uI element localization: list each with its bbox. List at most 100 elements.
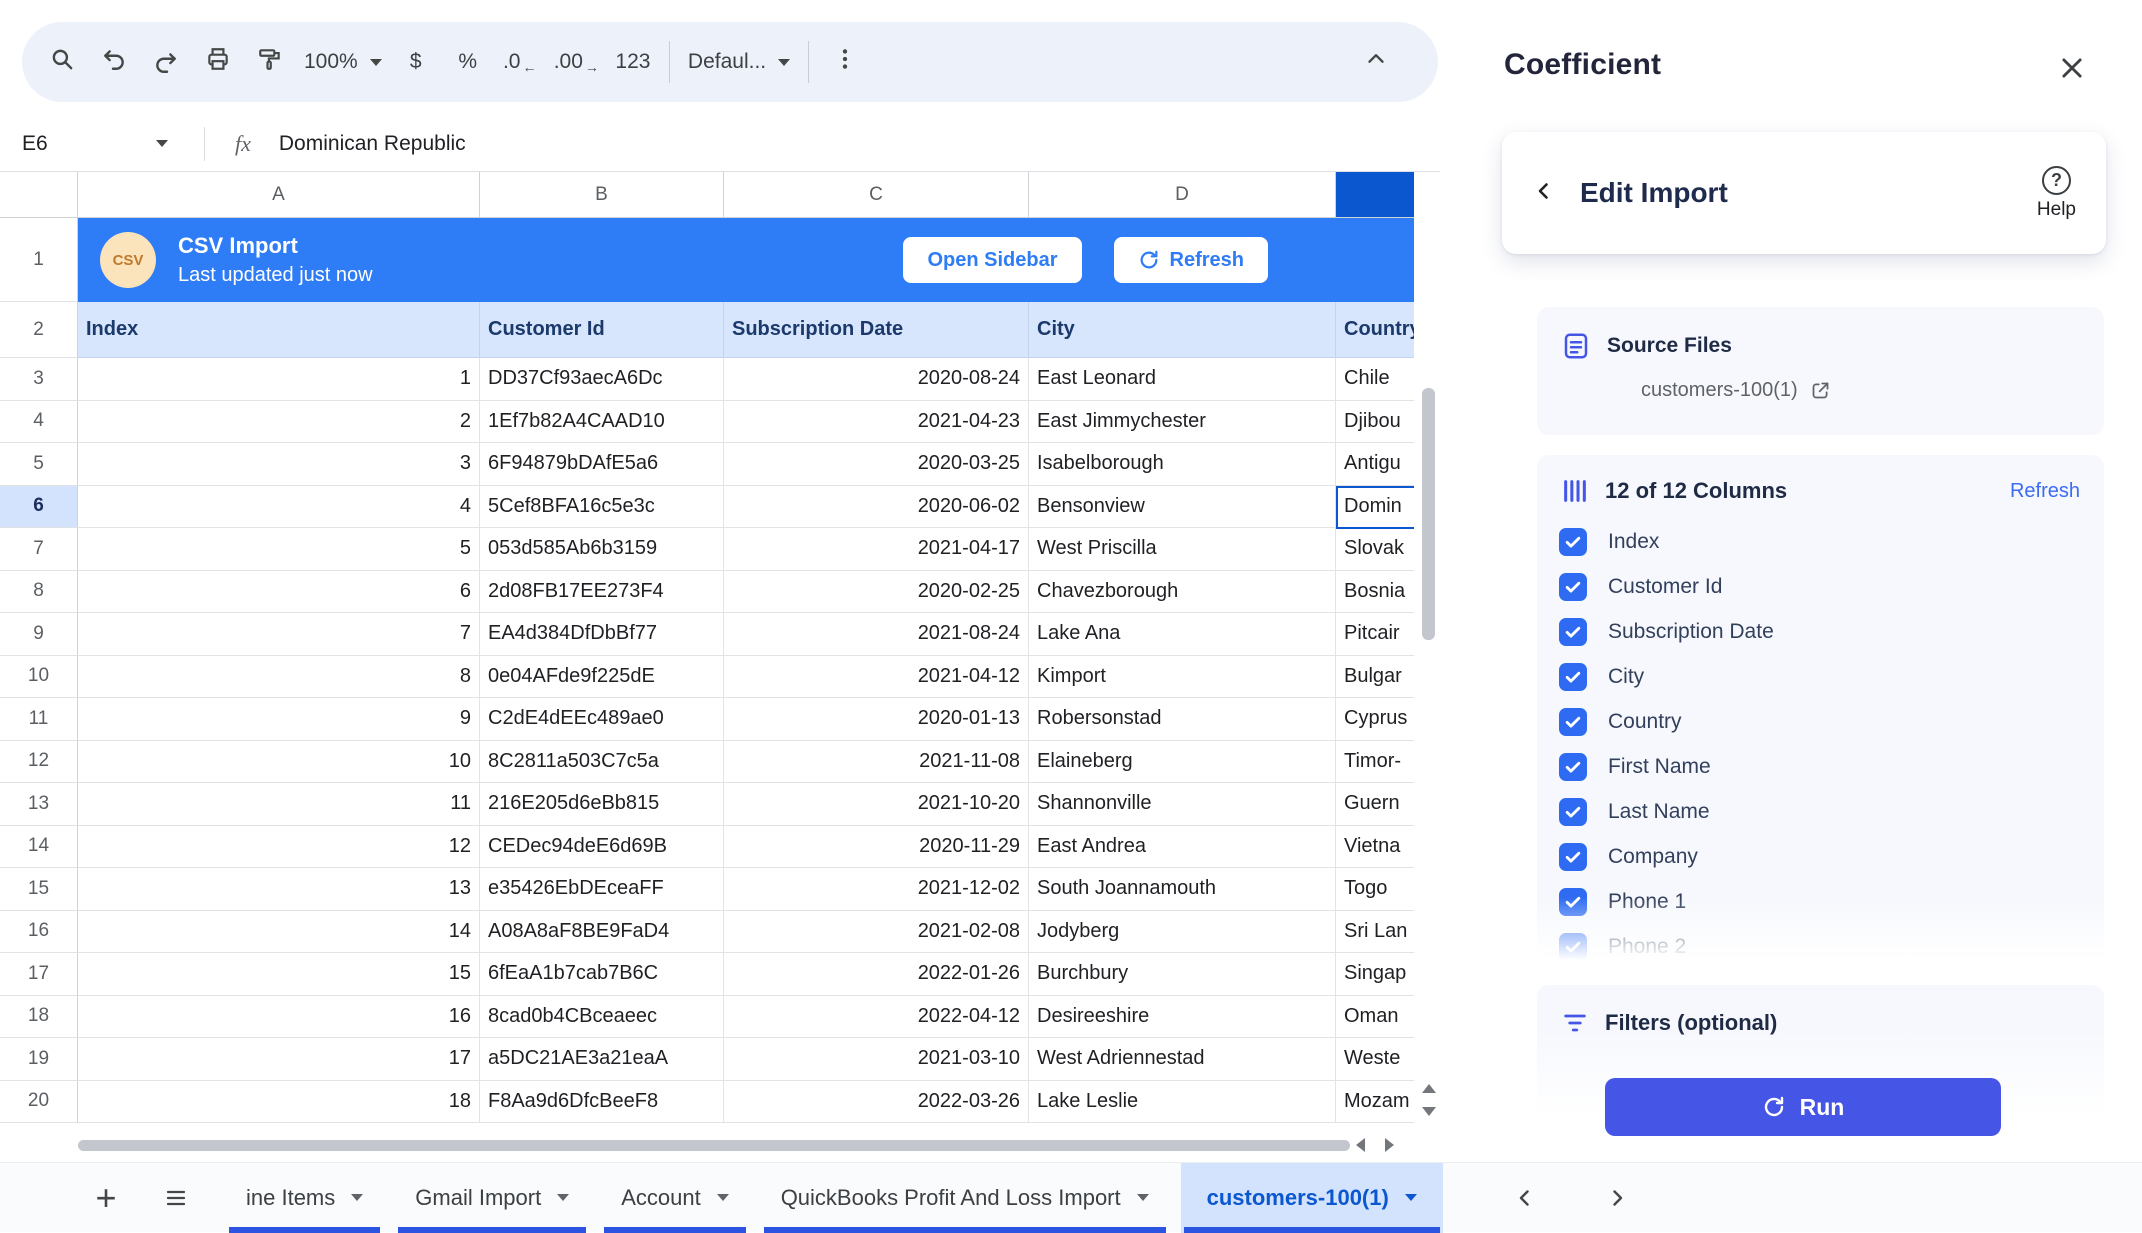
cell-reference-box[interactable]: E6 [0, 116, 192, 171]
cell-index[interactable]: 11 [78, 783, 480, 826]
row-number[interactable]: 9 [0, 613, 78, 656]
chevron-down-icon[interactable] [557, 1194, 569, 1201]
row-number[interactable]: 7 [0, 528, 78, 571]
cell-customer-id[interactable]: 8cad0b4CBceaeec [480, 996, 724, 1039]
redo-button[interactable] [140, 34, 192, 90]
column-checkbox-row[interactable]: First Name [1537, 744, 2104, 789]
cell-subscription-date[interactable]: 2021-03-10 [724, 1038, 1029, 1081]
horizontal-scrollbar-thumb[interactable] [78, 1140, 1350, 1151]
cell-customer-id[interactable]: a5DC21AE3a21eaA [480, 1038, 724, 1081]
select-all-corner[interactable] [0, 172, 78, 218]
cell-country[interactable]: Mozam [1336, 1081, 1414, 1124]
cell-customer-id[interactable]: EA4d384DfDbBf77 [480, 613, 724, 656]
cell-subscription-date[interactable]: 2020-11-29 [724, 826, 1029, 869]
row-number[interactable]: 2 [0, 302, 78, 358]
sheet-tab-ine-items[interactable]: ine Items [226, 1163, 383, 1233]
cell-customer-id[interactable]: 5Cef8BFA16c5e3c [480, 486, 724, 529]
column-label-subscription-date[interactable]: Subscription Date [724, 302, 1029, 358]
column-label-index[interactable]: Index [78, 302, 480, 358]
cell-subscription-date[interactable]: 2022-04-12 [724, 996, 1029, 1039]
cell-subscription-date[interactable]: 2021-02-08 [724, 911, 1029, 954]
scroll-down-icon[interactable] [1422, 1107, 1436, 1116]
row-number[interactable]: 16 [0, 911, 78, 954]
column-checkbox-row[interactable]: City [1537, 654, 2104, 699]
cell-city[interactable]: West Priscilla [1029, 528, 1336, 571]
cell-city[interactable]: Burchbury [1029, 953, 1336, 996]
row-number[interactable]: 8 [0, 571, 78, 614]
row-number[interactable]: 5 [0, 443, 78, 486]
cell-index[interactable]: 17 [78, 1038, 480, 1081]
all-sheets-button[interactable] [154, 1176, 198, 1220]
decrease-decimal-button[interactable]: .0 ← [494, 34, 546, 90]
chevron-down-icon[interactable] [717, 1194, 729, 1201]
column-label-customer-id[interactable]: Customer Id [480, 302, 724, 358]
checkbox-checked[interactable] [1559, 888, 1587, 916]
paint-format-button[interactable] [244, 34, 296, 90]
cell-index[interactable]: 4 [78, 486, 480, 529]
back-button[interactable] [1532, 179, 1556, 208]
number-format-button[interactable]: 123 [607, 34, 659, 90]
cell-city[interactable]: Lake Ana [1029, 613, 1336, 656]
column-header-a[interactable]: A [78, 172, 480, 218]
prev-tabs-button[interactable] [1503, 1176, 1547, 1220]
cell-city[interactable]: Chavezborough [1029, 571, 1336, 614]
scroll-up-icon[interactable] [1422, 1084, 1436, 1093]
row-number[interactable]: 13 [0, 783, 78, 826]
cell-index[interactable]: 7 [78, 613, 480, 656]
cell-subscription-date[interactable]: 2021-04-23 [724, 401, 1029, 444]
next-tabs-button[interactable] [1595, 1176, 1639, 1220]
cell-city[interactable]: East Leonard [1029, 358, 1336, 401]
cell-subscription-date[interactable]: 2021-12-02 [724, 868, 1029, 911]
row-number[interactable]: 1 [0, 218, 78, 302]
cell-index[interactable]: 9 [78, 698, 480, 741]
print-button[interactable] [192, 34, 244, 90]
cell-customer-id[interactable]: 053d585Ab6b3159 [480, 528, 724, 571]
cell-customer-id[interactable]: A08A8aF8BE9FaD4 [480, 911, 724, 954]
cell-country[interactable]: Bulgar [1336, 656, 1414, 699]
cell-customer-id[interactable]: CEDec94deE6d69B [480, 826, 724, 869]
sheet-tab-gmail-import[interactable]: Gmail Import [395, 1163, 589, 1233]
checkbox-checked[interactable] [1559, 573, 1587, 601]
cell-index[interactable]: 2 [78, 401, 480, 444]
chevron-down-icon[interactable] [351, 1194, 363, 1201]
formula-value[interactable]: Dominican Republic [279, 132, 466, 156]
cell-city[interactable]: West Adriennestad [1029, 1038, 1336, 1081]
undo-button[interactable] [88, 34, 140, 90]
cell-customer-id[interactable]: 2d08FB17EE273F4 [480, 571, 724, 614]
cell-index[interactable]: 1 [78, 358, 480, 401]
scroll-left-icon[interactable] [1356, 1138, 1365, 1152]
row-number[interactable]: 4 [0, 401, 78, 444]
zoom-select[interactable]: 100% [296, 34, 390, 90]
cell-index[interactable]: 12 [78, 826, 480, 869]
chevron-down-icon[interactable] [1137, 1194, 1149, 1201]
cell-country[interactable]: Weste [1336, 1038, 1414, 1081]
increase-decimal-button[interactable]: .00 → [546, 34, 607, 90]
sheet-tab-customers-100-1[interactable]: customers-100(1) [1181, 1163, 1443, 1233]
row-number[interactable]: 14 [0, 826, 78, 869]
column-checkbox-row[interactable]: Country [1537, 699, 2104, 744]
row-number[interactable]: 15 [0, 868, 78, 911]
column-header-b[interactable]: B [480, 172, 724, 218]
cell-country[interactable]: Pitcair [1336, 613, 1414, 656]
cell-country[interactable]: Togo [1336, 868, 1414, 911]
cell-customer-id[interactable]: 8C2811a503C7c5a [480, 741, 724, 784]
cell-subscription-date[interactable]: 2021-11-08 [724, 741, 1029, 784]
currency-format-button[interactable]: $ [390, 34, 442, 90]
cell-subscription-date[interactable]: 2021-04-12 [724, 656, 1029, 699]
cell-subscription-date[interactable]: 2021-10-20 [724, 783, 1029, 826]
checkbox-checked[interactable] [1559, 798, 1587, 826]
cell-city[interactable]: Jodyberg [1029, 911, 1336, 954]
search-button[interactable] [36, 34, 88, 90]
cell-subscription-date[interactable]: 2020-03-25 [724, 443, 1029, 486]
sheet-tab-account[interactable]: Account [601, 1163, 749, 1233]
cell-customer-id[interactable]: C2dE4dEEc489ae0 [480, 698, 724, 741]
cell-index[interactable]: 3 [78, 443, 480, 486]
percent-format-button[interactable]: % [442, 34, 494, 90]
cell-city[interactable]: East Jimmychester [1029, 401, 1336, 444]
collapse-toolbar-button[interactable] [1350, 34, 1402, 90]
cell-city[interactable]: Isabelborough [1029, 443, 1336, 486]
cell-index[interactable]: 13 [78, 868, 480, 911]
row-number[interactable]: 3 [0, 358, 78, 401]
cell-country[interactable]: Guern [1336, 783, 1414, 826]
cell-city[interactable]: Elaineberg [1029, 741, 1336, 784]
